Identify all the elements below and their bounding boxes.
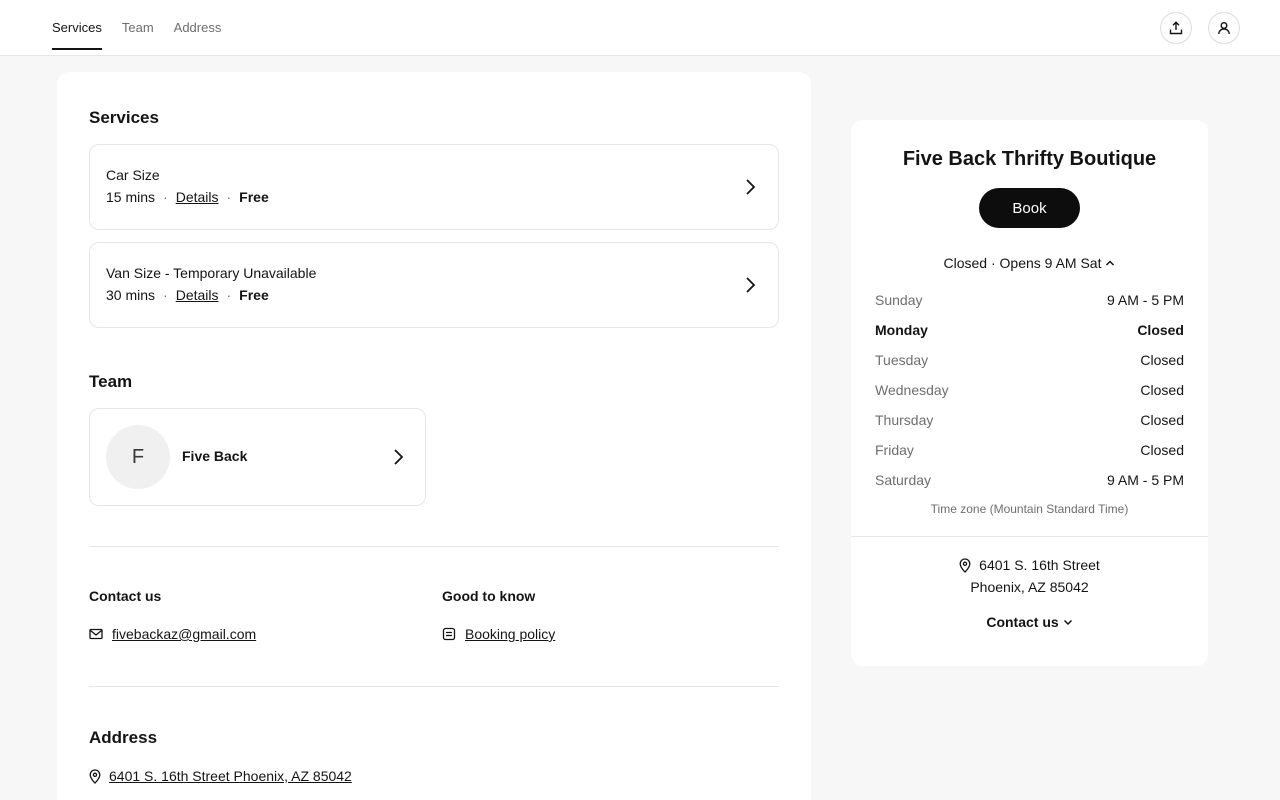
hours-time: Closed [1140,382,1184,398]
business-info-card: Five Back Thrifty Boutique Book Closed ·… [851,120,1208,666]
hours-day: Sunday [875,292,923,308]
contact-heading: Contact us [89,588,162,604]
hours-day: Monday [875,322,928,338]
hours-time: Closed [1140,412,1184,428]
service-name: Car Size [106,167,160,183]
address-link[interactable]: 6401 S. 16th Street Phoenix, AZ 85042 [109,768,352,784]
address-line-2: Phoenix, AZ 85042 [970,579,1089,595]
service-price: Free [239,287,269,303]
contact-email-row: fivebackaz@gmail.com [89,626,256,642]
separator: · [163,287,168,303]
top-actions [1160,12,1240,44]
hours-row: Friday Closed [875,442,1184,462]
chevron-right-icon [746,179,756,195]
service-meta: 30 mins · Details · Free [106,287,269,303]
chevron-right-icon [746,277,756,293]
booking-policy-row: Booking policy [442,626,555,642]
hours-day: Saturday [875,472,932,488]
hours-day: Thursday [875,412,934,428]
service-duration: 30 mins [106,287,156,303]
section-divider [89,546,779,547]
business-address: 6401 S. 16th Street Phoenix, AZ 85042 [851,554,1208,598]
services-heading: Services [89,108,159,127]
hours-row-today: Monday Closed [875,322,1184,342]
contact-email-link[interactable]: fivebackaz@gmail.com [112,626,256,642]
timezone-note: Time zone (Mountain Standard Time) [930,502,1129,516]
chevron-right-icon [394,449,404,465]
tab-team[interactable]: Team [122,0,154,50]
mail-icon [89,628,103,640]
hours-day: Friday [875,442,914,458]
account-button[interactable] [1208,12,1240,44]
team-heading: Team [89,372,133,391]
service-details-link[interactable]: Details [176,189,219,205]
avatar: F [106,425,170,489]
hours-time: 9 AM - 5 PM [1106,292,1184,308]
hours-row: Tuesday Closed [875,352,1184,372]
main-content-card: Services Car Size 15 mins · Details · Fr… [57,72,811,800]
hours-time: 9 AM - 5 PM [1106,472,1184,488]
team-member-card[interactable]: F Five Back [89,408,426,506]
contact-us-toggle[interactable]: Contact us [851,614,1208,630]
hours-day: Tuesday [875,352,929,368]
chevron-up-icon [1106,260,1115,266]
address-row: 6401 S. 16th Street Phoenix, AZ 85042 [89,768,352,784]
address-line-1-row: 6401 S. 16th Street [851,554,1208,576]
service-name: Van Size - Temporary Unavailable [106,265,317,281]
separator: · [226,189,232,205]
share-icon [1169,21,1183,35]
share-button[interactable] [1160,12,1192,44]
tab-address[interactable]: Address [174,0,222,50]
policy-icon [442,627,456,641]
business-name: Five Back Thrifty Boutique [902,148,1157,170]
hours-row: Thursday Closed [875,412,1184,432]
book-button[interactable]: Book [979,188,1080,228]
location-pin-icon [959,557,971,573]
top-nav-bar: Services Team Address [0,0,1280,56]
opening-status: Closed · Opens 9 AM Sat [943,255,1102,271]
service-item-van-size[interactable]: Van Size - Temporary Unavailable 30 mins… [89,242,779,328]
contact-us-label: Contact us [986,614,1059,630]
separator: · [163,189,168,205]
address-line-1: 6401 S. 16th Street [979,557,1100,573]
section-tabs: Services Team Address [52,0,241,56]
good-to-know-heading: Good to know [442,588,536,604]
team-member-name: Five Back [182,448,248,464]
tab-services[interactable]: Services [52,0,102,50]
hours-time: Closed [1140,442,1184,458]
booking-policy-link[interactable]: Booking policy [465,626,555,642]
location-pin-icon [89,768,101,784]
hours-time: Closed [1140,352,1184,368]
user-icon [1218,22,1230,35]
opening-status-toggle[interactable]: Closed · Opens 9 AM Sat [851,255,1208,271]
card-divider [851,536,1208,537]
service-duration: 15 mins [106,189,156,205]
section-divider [89,686,779,687]
hours-time: Closed [1137,322,1184,338]
service-price: Free [239,189,269,205]
chevron-down-icon [1063,619,1072,626]
hours-day: Wednesday [875,382,949,398]
hours-row: Wednesday Closed [875,382,1184,402]
address-heading: Address [89,728,158,747]
service-meta: 15 mins · Details · Free [106,189,269,205]
service-item-car-size[interactable]: Car Size 15 mins · Details · Free [89,144,779,230]
separator: · [226,287,232,303]
hours-row: Sunday 9 AM - 5 PM [875,292,1184,312]
service-details-link[interactable]: Details [176,287,219,303]
hours-row: Saturday 9 AM - 5 PM [875,472,1184,492]
